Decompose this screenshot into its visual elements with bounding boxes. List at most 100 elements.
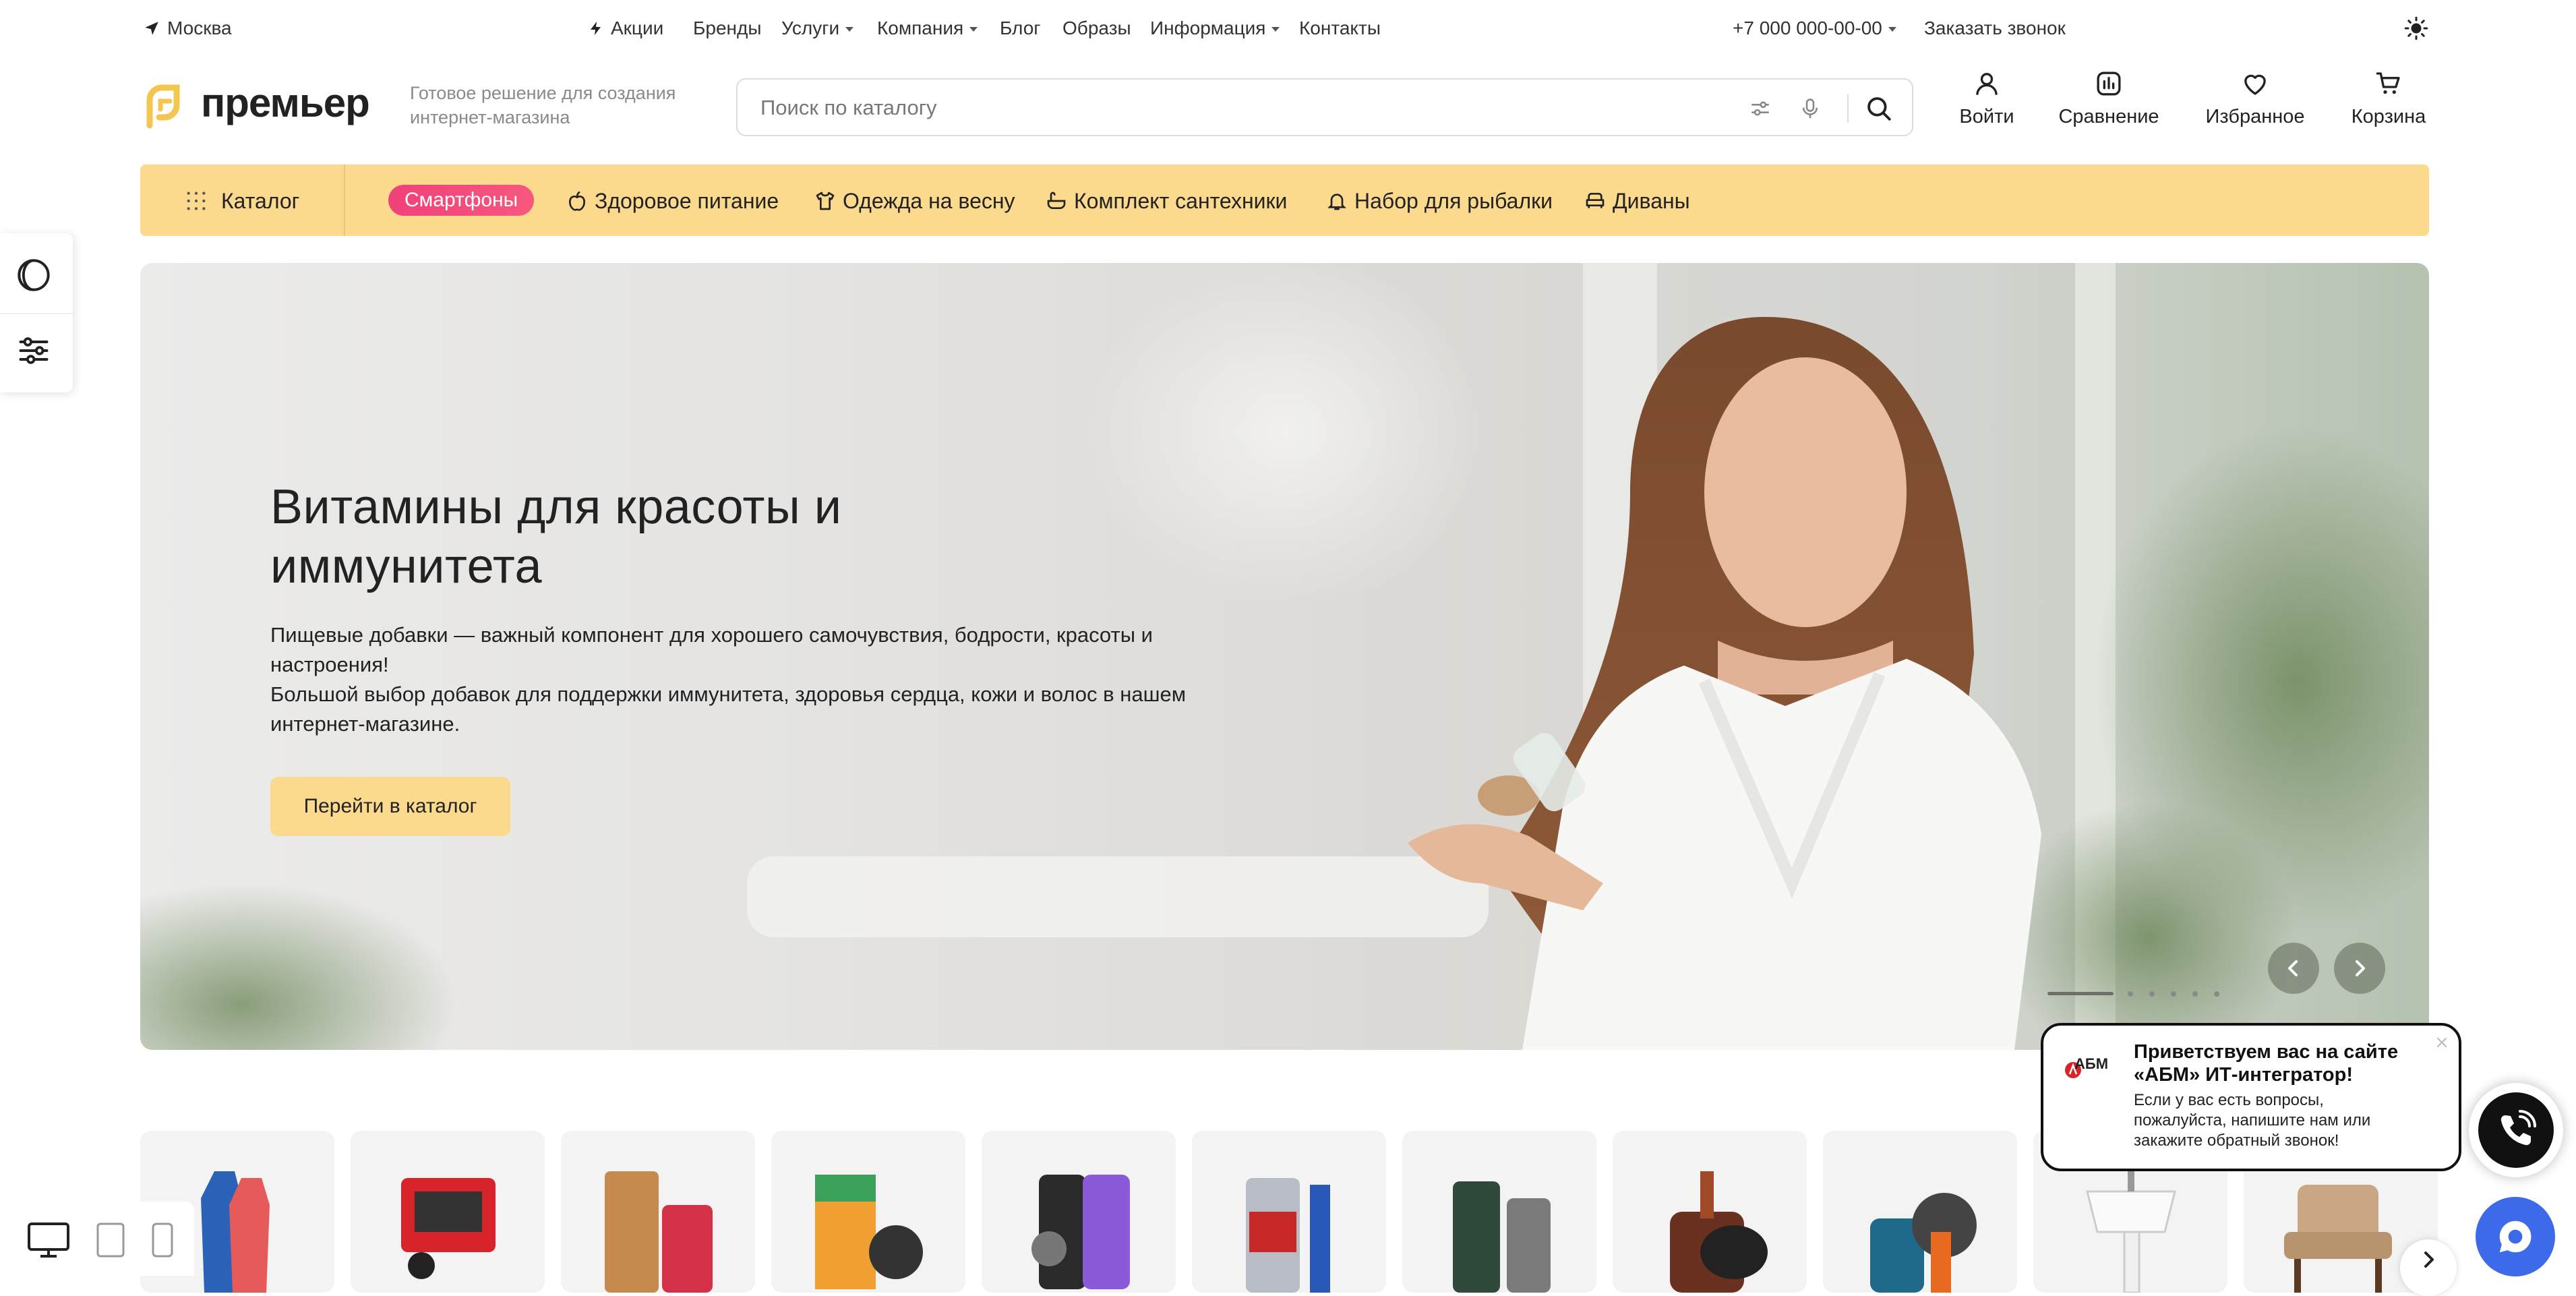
filter-sliders-icon[interactable] bbox=[1749, 97, 1772, 120]
city-label: Москва bbox=[167, 18, 232, 38]
cart-icon bbox=[2376, 72, 2400, 94]
tagline: Готовое решение для создания интернет-ма… bbox=[410, 83, 676, 127]
user-icon bbox=[1976, 73, 1998, 95]
nav-link-services[interactable]: Услуги bbox=[781, 15, 854, 42]
nav-divider bbox=[344, 165, 345, 236]
angle-grinder-image bbox=[1870, 1193, 1977, 1293]
chevron-right-icon bbox=[2356, 960, 2365, 976]
heart-icon bbox=[2244, 74, 2266, 95]
logo-icon[interactable] bbox=[140, 84, 186, 129]
theme-toggle-sun-icon[interactable] bbox=[2404, 16, 2428, 40]
categories-next-button[interactable] bbox=[2400, 1239, 2457, 1296]
nav-link-promotions[interactable]: Акции bbox=[588, 15, 663, 42]
login-button[interactable]: Войти bbox=[1955, 70, 2018, 128]
pencils-image bbox=[815, 1175, 923, 1289]
slider-dot[interactable] bbox=[2214, 991, 2219, 997]
chevron-down-icon bbox=[845, 27, 854, 32]
logo-text[interactable]: премьер bbox=[201, 80, 370, 126]
nav-item-plumbing-set[interactable]: Комплект сантехники bbox=[1046, 187, 1287, 214]
call-widget-button[interactable] bbox=[2469, 1083, 2563, 1177]
category-tile-smartphones[interactable] bbox=[982, 1131, 1176, 1293]
cart-label: Корзина bbox=[2351, 106, 2426, 127]
category-nav-bar: Каталог Смартфоны Здоровое питание Одежд… bbox=[140, 165, 2429, 236]
category-tile-nuts[interactable] bbox=[561, 1131, 755, 1293]
nav-item-fishing-set[interactable]: Набор для рыбалки bbox=[1326, 187, 1553, 214]
chevron-left-icon bbox=[2288, 960, 2298, 976]
nav-item-label: Диваны bbox=[1613, 189, 1690, 213]
popup-brand-label: АБМ bbox=[2074, 1055, 2109, 1072]
kettle-image bbox=[1453, 1181, 1551, 1293]
nav-item-label: Комплект сантехники bbox=[1074, 189, 1288, 213]
motor-oil-image bbox=[1246, 1178, 1330, 1293]
location-arrow-icon bbox=[145, 22, 158, 35]
lightning-icon bbox=[591, 22, 601, 35]
go-to-catalog-button[interactable]: Перейти в каталог bbox=[270, 777, 510, 836]
nav-link-company[interactable]: Компания bbox=[877, 15, 978, 42]
close-icon[interactable] bbox=[2434, 1035, 2449, 1050]
favorites-button[interactable]: Избранное bbox=[2202, 70, 2308, 128]
nav-link-contacts[interactable]: Контакты bbox=[1299, 15, 1381, 42]
chat-bubble-icon bbox=[2499, 1220, 2532, 1253]
category-tile-appliances[interactable] bbox=[1402, 1131, 1596, 1293]
nav-link-label: Компания bbox=[877, 18, 964, 38]
sofa-icon bbox=[1586, 193, 1605, 208]
slider-prev-button[interactable] bbox=[2268, 943, 2319, 994]
smartphone-watch-image bbox=[1031, 1175, 1130, 1289]
phone-number: +7 000 000-00-00 bbox=[1733, 18, 1882, 38]
search-divider bbox=[1847, 94, 1849, 123]
catalog-button[interactable]: Каталог bbox=[185, 187, 299, 214]
welcome-popup: АБМ Приветствуем вас на сайте «АБМ» ИТ-и… bbox=[2041, 1023, 2461, 1171]
panel-divider bbox=[0, 313, 73, 314]
nav-link-label: Информация bbox=[1150, 18, 1266, 38]
grid-dots-icon bbox=[187, 192, 206, 210]
side-tools-panel bbox=[0, 233, 73, 392]
slider-indicator-active[interactable] bbox=[2047, 992, 2114, 995]
nav-link-information[interactable]: Информация bbox=[1150, 15, 1280, 42]
microphone-icon[interactable] bbox=[1799, 96, 1822, 121]
slider-dot[interactable] bbox=[2171, 991, 2176, 997]
banner-description: Пищевые добавки — важный компонент для х… bbox=[270, 620, 1248, 739]
nav-item-sofas[interactable]: Диваны bbox=[1584, 187, 1690, 214]
chat-widget-button[interactable] bbox=[2476, 1197, 2555, 1276]
settings-sliders-icon[interactable] bbox=[16, 333, 51, 368]
nav-item-label: Одежда на весну bbox=[843, 189, 1015, 213]
cart-button[interactable]: Корзина bbox=[2345, 70, 2432, 128]
compare-button[interactable]: Сравнение bbox=[2055, 70, 2163, 128]
category-tile-auto[interactable] bbox=[1192, 1131, 1386, 1293]
tablet-icon[interactable] bbox=[96, 1222, 125, 1258]
category-tile-stationery[interactable] bbox=[771, 1131, 965, 1293]
phone-selector[interactable]: +7 000 000-00-00 bbox=[1733, 15, 1896, 42]
mobile-icon[interactable] bbox=[151, 1222, 174, 1258]
compare-label: Сравнение bbox=[2058, 106, 2159, 127]
nav-highlight-smartphones[interactable]: Смартфоны bbox=[388, 185, 535, 216]
nav-link-label: Акции bbox=[611, 18, 664, 38]
category-tile-tools[interactable] bbox=[1823, 1131, 2017, 1293]
bathtub-icon bbox=[1047, 192, 1066, 209]
chevron-right-icon bbox=[2424, 1251, 2434, 1268]
nav-item-label: Набор для рыбалки bbox=[1354, 189, 1553, 213]
device-preview-switcher bbox=[0, 1202, 194, 1276]
compare-chart-icon bbox=[2097, 71, 2121, 96]
search-input[interactable] bbox=[760, 93, 1704, 123]
nav-link-blog[interactable]: Блог bbox=[1000, 15, 1041, 42]
slider-dot[interactable] bbox=[2149, 991, 2155, 997]
nav-item-healthy-food[interactable]: Здоровое питание bbox=[566, 187, 779, 214]
slider-dot[interactable] bbox=[2128, 991, 2133, 997]
favorites-label: Избранное bbox=[2205, 106, 2305, 127]
chevron-down-icon bbox=[1888, 27, 1896, 32]
nav-link-brands[interactable]: Бренды bbox=[693, 15, 761, 42]
category-tile-generator[interactable] bbox=[351, 1131, 545, 1293]
city-selector[interactable]: Москва bbox=[143, 15, 232, 42]
nav-link-looks[interactable]: Образы bbox=[1062, 15, 1131, 42]
slider-next-button[interactable] bbox=[2334, 943, 2385, 994]
nav-item-spring-clothes[interactable]: Одежда на весну bbox=[814, 187, 1015, 214]
banner-title: Витамины для красоты и иммунитета bbox=[270, 480, 842, 593]
callback-link[interactable]: Заказать звонок bbox=[1924, 15, 2066, 42]
hero-banner: Витамины для красоты и иммунитета Пищевы… bbox=[140, 263, 2429, 1050]
category-tile-cookware[interactable] bbox=[1613, 1131, 1807, 1293]
theme-icon[interactable] bbox=[16, 258, 51, 293]
desktop-icon[interactable] bbox=[27, 1222, 70, 1258]
nav-link-label: Услуги bbox=[781, 18, 840, 38]
slider-dot[interactable] bbox=[2192, 991, 2198, 997]
search-icon[interactable] bbox=[1865, 94, 1893, 123]
